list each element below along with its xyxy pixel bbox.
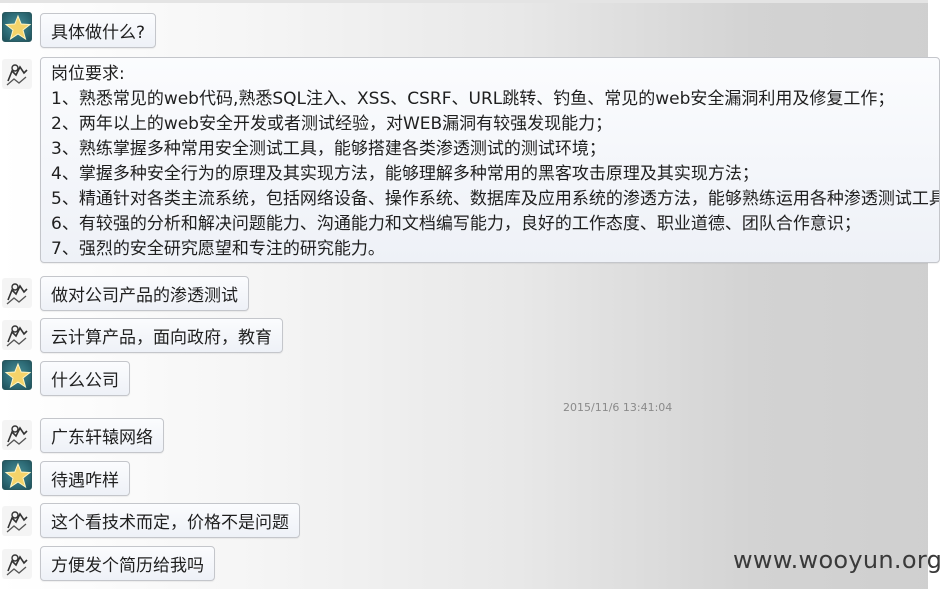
message-text: 云计算产品，面向政府，教育 — [51, 328, 272, 348]
sketch-figure-icon — [6, 64, 28, 86]
sketch-figure-icon — [6, 425, 28, 447]
message-bubble[interactable]: 广东轩辕网络 — [40, 418, 164, 453]
avatar-sketch[interactable] — [2, 278, 32, 308]
message-bubble[interactable]: 做对公司产品的渗透测试 — [40, 276, 249, 311]
sketch-figure-icon — [6, 283, 28, 305]
message-bubble[interactable]: 具体做什么? — [40, 13, 157, 48]
sketch-figure-icon — [6, 554, 28, 576]
avatar-star[interactable] — [2, 12, 32, 42]
message-bubble[interactable]: 什么公司 — [40, 361, 130, 396]
avatar-sketch[interactable] — [2, 59, 32, 89]
watermark: www.wooyun.org — [733, 546, 940, 574]
avatar-sketch[interactable] — [2, 549, 32, 579]
requirements-line: 1、熟悉常见的web代码,熟悉SQL注入、XSS、CSRF、URL跳转、钓鱼、常… — [51, 89, 895, 109]
message-bubble[interactable]: 这个看技术而定，价格不是问题 — [40, 503, 300, 538]
sketch-figure-icon — [6, 325, 28, 347]
message-text: 方便发个简历给我吗 — [51, 556, 204, 576]
requirements-line: 5、精通针对各类主流系统，包括网络设备、操作系统、数据库及应用系统的渗透方法，能… — [51, 189, 940, 209]
requirements-line: 4、掌握多种安全行为的原理及其实现方法，能够理解多种常用的黑客攻击原理及其实现方… — [51, 164, 759, 184]
requirements-line: 岗位要求: — [51, 64, 125, 84]
avatar-star[interactable] — [2, 460, 32, 490]
message-bubble[interactable]: 云计算产品，面向政府，教育 — [40, 318, 283, 353]
requirements-line: 3、熟练掌握多种常用安全测试工具，能够搭建各类渗透测试的测试环境； — [51, 139, 606, 159]
message-text: 待遇咋样 — [51, 471, 119, 491]
message-bubble-requirements[interactable]: 岗位要求: 1、熟悉常见的web代码,熟悉SQL注入、XSS、CSRF、URL跳… — [40, 57, 940, 263]
star-icon — [4, 14, 32, 41]
requirements-line: 6、有较强的分析和解决问题能力、沟通能力和文档编写能力，良好的工作态度、职业道德… — [51, 214, 861, 234]
message-timestamp: 2015/11/6 13:41:04 — [563, 401, 673, 414]
requirements-line: 2、两年以上的web安全开发或者测试经验，对WEB漏洞有较强发现能力； — [51, 114, 613, 134]
avatar-star[interactable] — [2, 360, 32, 390]
message-text: 这个看技术而定，价格不是问题 — [51, 513, 289, 533]
star-icon — [4, 462, 32, 489]
message-text: 做对公司产品的渗透测试 — [51, 286, 238, 306]
avatar-sketch[interactable] — [2, 320, 32, 350]
message-bubble[interactable]: 待遇咋样 — [40, 461, 130, 496]
message-text: 具体做什么? — [51, 23, 146, 43]
sketch-figure-icon — [6, 511, 28, 533]
avatar-sketch[interactable] — [2, 506, 32, 536]
requirements-line: 7、强烈的安全研究愿望和专注的研究能力。 — [51, 239, 385, 259]
message-bubble[interactable]: 方便发个简历给我吗 — [40, 546, 215, 581]
star-icon — [4, 362, 32, 389]
message-text: 广东轩辕网络 — [51, 428, 153, 448]
message-text: 什么公司 — [51, 371, 119, 391]
avatar-sketch[interactable] — [2, 420, 32, 450]
top-border — [0, 0, 940, 3]
